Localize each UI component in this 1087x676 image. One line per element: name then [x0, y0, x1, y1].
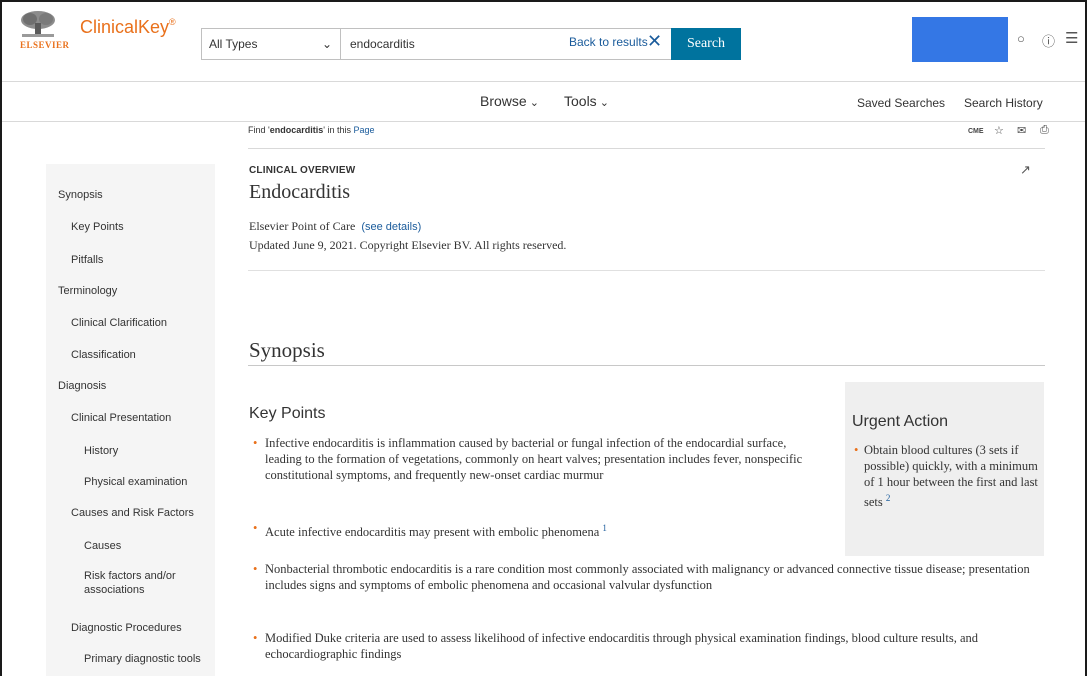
- saved-searches-link[interactable]: Saved Searches: [857, 96, 945, 110]
- main-nav: Browse ⌄ Tools ⌄ Saved Searches Search His…: [2, 82, 1085, 122]
- key-point-item: • Modified Duke criteria are used to ass…: [253, 630, 1043, 662]
- tools-menu[interactable]: Tools ⌄: [564, 93, 609, 109]
- key-point-item: • Nonbacterial thrombotic endocarditis i…: [253, 561, 1043, 593]
- key-point-text: Nonbacterial thrombotic endocarditis is …: [265, 562, 1030, 592]
- reference-link[interactable]: 1: [602, 523, 607, 533]
- chevron-down-icon[interactable]: ⌄: [123, 672, 133, 676]
- key-point-item: • Acute infective endocarditis may prese…: [253, 520, 813, 540]
- find-suffix: ' in this: [323, 125, 354, 135]
- key-points-heading: Key Points: [249, 405, 326, 422]
- section-title-synopsis: Synopsis: [249, 338, 325, 362]
- sidebar-item-diagnosis[interactable]: Diagnosis: [58, 379, 106, 393]
- chevron-down-icon: ⌄: [321, 37, 332, 51]
- key-point-item: • Infective endocarditis is inflammation…: [253, 435, 813, 483]
- hamburger-menu-icon[interactable]: ☰: [1065, 29, 1078, 47]
- brand-name: ClinicalKey®: [80, 17, 176, 38]
- reference-link[interactable]: 2: [886, 493, 891, 503]
- user-icon[interactable]: ○: [1017, 31, 1025, 46]
- sidebar-item-clinical-clarification[interactable]: Clinical Clarification: [71, 316, 167, 330]
- app-window: ELSEVIER ClinicalKey® All Types ⌄ Back t…: [0, 0, 1087, 676]
- sidebar-item-clinical-presentation[interactable]: Clinical Presentation: [71, 411, 171, 425]
- article-source: Elsevier Point of Care (see details): [249, 219, 421, 234]
- bullet-icon: •: [253, 521, 258, 535]
- tools-label: Tools: [564, 93, 597, 109]
- search-history-link[interactable]: Search History: [964, 96, 1043, 110]
- key-point-text-with-ref: Acute infective endocarditis may present…: [253, 520, 813, 540]
- find-in-page: Find 'endocarditis' in this Page: [248, 125, 375, 135]
- divider: [248, 270, 1045, 271]
- chevron-down-icon: ⌄: [599, 97, 609, 109]
- key-point-text: Acute infective endocarditis may present…: [265, 525, 600, 540]
- find-term: endocarditis: [269, 125, 324, 135]
- browse-menu[interactable]: Browse ⌄: [480, 93, 539, 109]
- outline-sidebar: Synopsis Key Points Pitfalls Terminology…: [46, 164, 215, 676]
- find-prefix: Find ': [248, 125, 270, 135]
- print-icon[interactable]: ⎙: [1040, 124, 1049, 137]
- sidebar-item-primary-diagnostic-tools[interactable]: Primary diagnostic tools: [84, 652, 201, 666]
- sidebar-item-key-points[interactable]: Key Points: [71, 220, 124, 234]
- find-in-page-link[interactable]: Page: [353, 125, 374, 135]
- sidebar-item-terminology[interactable]: Terminology: [58, 284, 117, 298]
- star-icon[interactable]: ☆: [994, 124, 1004, 137]
- sidebar-item-physical-examination[interactable]: Physical examination: [84, 475, 187, 489]
- urgent-action-heading: Urgent Action: [852, 413, 949, 430]
- sidebar-item-risk-factors[interactable]: Risk factors and/or associations: [84, 569, 204, 597]
- sidebar-item-causes-and-risk-factors[interactable]: Causes and Risk Factors: [71, 506, 194, 520]
- content-type-select[interactable]: All Types ⌄: [202, 29, 341, 59]
- registered-mark: ®: [169, 17, 176, 27]
- sidebar-item-diagnostic-procedures[interactable]: Diagnostic Procedures: [71, 621, 182, 635]
- source-name: Elsevier Point of Care: [249, 219, 356, 233]
- sidebar-item-synopsis[interactable]: Synopsis: [58, 188, 103, 202]
- back-to-results-link[interactable]: Back to results: [569, 35, 648, 49]
- sidebar-item-history[interactable]: History: [84, 444, 118, 458]
- email-icon[interactable]: ✉: [1017, 124, 1026, 137]
- clear-search-icon[interactable]: ✕: [647, 31, 662, 52]
- see-details-link[interactable]: (see details): [361, 221, 421, 233]
- expand-icon[interactable]: ↗: [1020, 162, 1031, 178]
- article-updated: Updated June 9, 2021. Copyright Elsevier…: [249, 238, 567, 252]
- page-title: Endocarditis: [249, 181, 351, 203]
- user-account-box[interactable]: [912, 17, 1008, 62]
- bullet-icon: •: [253, 436, 258, 450]
- divider: [248, 365, 1045, 366]
- sidebar-item-causes[interactable]: Causes: [84, 539, 121, 553]
- sidebar-item-pitfalls[interactable]: Pitfalls: [71, 253, 103, 267]
- key-point-text: Modified Duke criteria are used to asses…: [265, 631, 979, 661]
- cme-icon[interactable]: CME: [968, 128, 984, 135]
- divider: [248, 148, 1045, 149]
- content-type-value: All Types: [209, 37, 258, 51]
- urgent-action-item: • Obtain blood cultures (3 sets if possi…: [854, 442, 1038, 510]
- elsevier-wordmark: ELSEVIER: [20, 40, 70, 50]
- brand-text: ClinicalKey: [80, 17, 170, 37]
- bullet-icon: •: [253, 562, 258, 576]
- urgent-action-text-with-ref: Obtain blood cultures (3 sets if possibl…: [854, 442, 1038, 510]
- article-category: CLINICAL OVERVIEW: [249, 165, 356, 176]
- top-header: ELSEVIER ClinicalKey® All Types ⌄ Back t…: [2, 2, 1085, 82]
- key-point-text: Infective endocarditis is inflammation c…: [265, 436, 803, 482]
- urgent-action-box: Urgent Action • Obtain blood cultures (3…: [845, 382, 1044, 556]
- chevron-down-icon: ⌄: [529, 97, 539, 109]
- elsevier-tree-icon: [18, 10, 58, 40]
- search-button[interactable]: Search: [671, 28, 741, 60]
- clinicalkey-logo[interactable]: ELSEVIER ClinicalKey®: [18, 10, 198, 52]
- help-icon[interactable]: ⓘ: [1042, 31, 1055, 50]
- search-bar: All Types ⌄ Back to results ✕ Search: [201, 28, 741, 60]
- bullet-icon: •: [854, 443, 859, 457]
- sidebar-item-classification[interactable]: Classification: [71, 348, 136, 362]
- search-input[interactable]: [348, 29, 548, 59]
- browse-label: Browse: [480, 93, 527, 109]
- bullet-icon: •: [253, 631, 258, 645]
